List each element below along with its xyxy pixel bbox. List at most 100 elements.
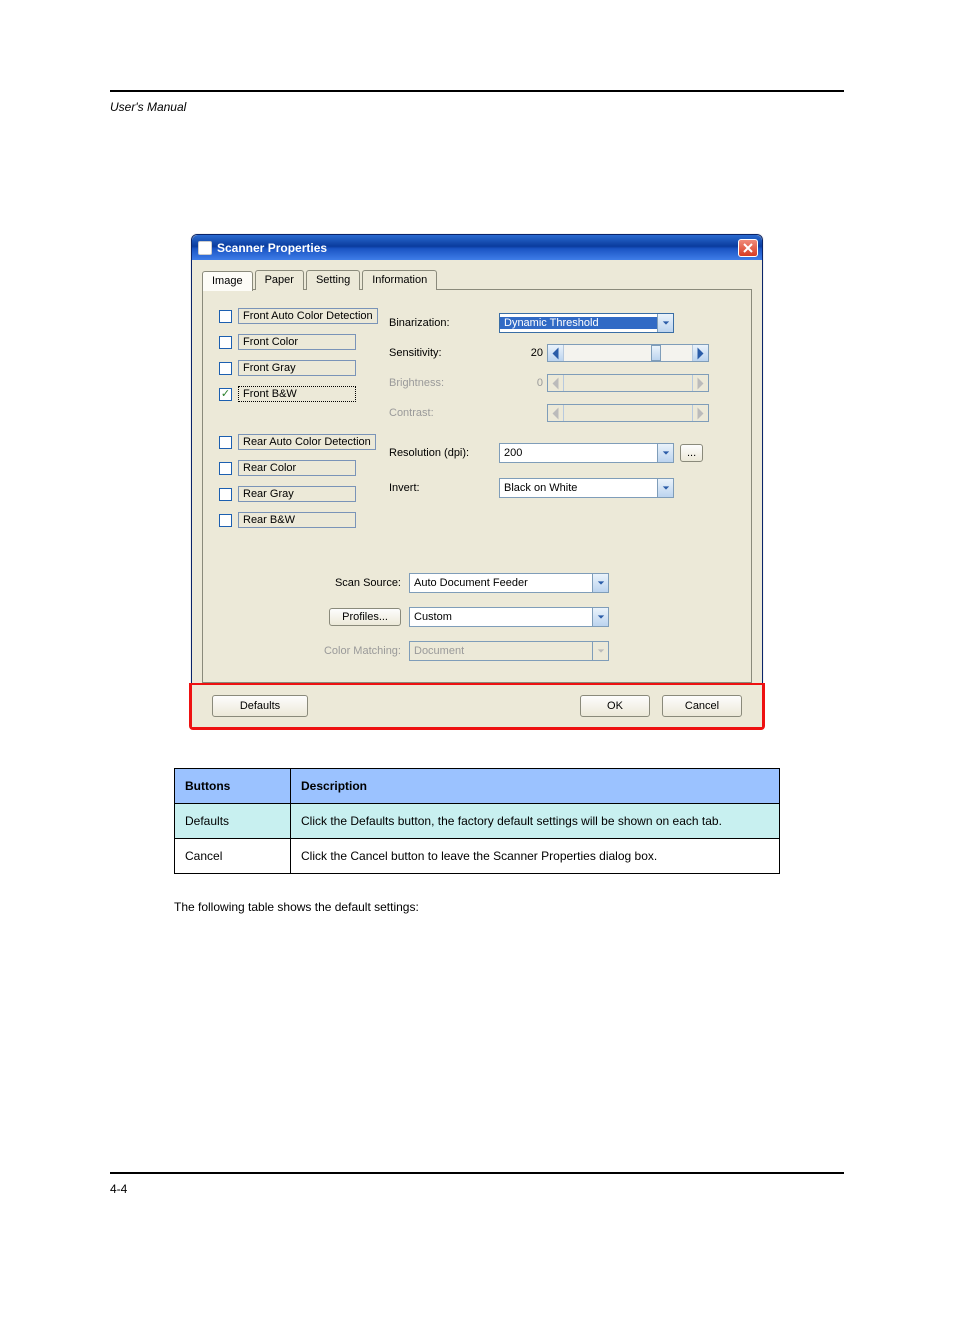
profiles-button[interactable]: Profiles... — [329, 608, 401, 626]
header-left: User's Manual — [110, 100, 186, 114]
checkbox[interactable] — [219, 436, 232, 449]
brightness-value: 0 — [499, 377, 547, 389]
tab-information[interactable]: Information — [362, 270, 437, 290]
side-rear-auto-color[interactable]: Rear Auto Color Detection — [219, 434, 389, 450]
button-bar-highlight: Defaults OK Cancel — [189, 683, 765, 730]
image-side-list: Front Auto Color Detection Front Color F… — [219, 308, 389, 538]
dropdown-value: Auto Document Feeder — [410, 577, 592, 589]
close-button[interactable] — [738, 239, 758, 257]
chevron-down-icon — [592, 608, 608, 626]
invert-dropdown[interactable]: Black on White — [499, 478, 674, 498]
defaults-button[interactable]: Defaults — [212, 695, 308, 717]
tabstrip: Image Paper Setting Information — [202, 270, 752, 290]
tab-paper[interactable]: Paper — [255, 270, 304, 290]
checkbox[interactable] — [219, 514, 232, 527]
tab-label: Image — [212, 275, 243, 287]
dropdown-value: Dynamic Threshold — [500, 317, 657, 329]
dropdown-value: Custom — [410, 611, 592, 623]
table-cell: Cancel — [175, 839, 291, 874]
bottom-options: Scan Source: Auto Document Feeder Profil… — [219, 566, 735, 668]
invert-label: Invert: — [389, 482, 499, 494]
header-line: User's Manual — [110, 100, 844, 114]
profiles-dropdown[interactable]: Custom — [409, 607, 609, 627]
increment-button — [692, 405, 708, 421]
checkbox[interactable] — [219, 488, 232, 501]
checkbox[interactable] — [219, 310, 232, 323]
button-bar: Defaults OK Cancel — [192, 685, 762, 727]
brightness-slider: 0 — [499, 373, 709, 393]
table-cell: Defaults — [175, 804, 291, 839]
binarization-label: Binarization: — [389, 317, 499, 329]
checkbox[interactable] — [219, 388, 232, 401]
slider-track — [564, 375, 692, 391]
resolution-more-button[interactable]: ... — [680, 444, 703, 462]
table-header: Buttons — [175, 769, 291, 804]
checkbox[interactable] — [219, 462, 232, 475]
decrement-button — [548, 405, 564, 421]
scan-source-label: Scan Source: — [219, 577, 409, 589]
cancel-button[interactable]: Cancel — [662, 695, 742, 717]
header-rule — [110, 90, 844, 92]
increment-button — [692, 375, 708, 391]
image-options: Binarization: Dynamic Threshold Sensitiv… — [389, 308, 735, 538]
scan-source-dropdown[interactable]: Auto Document Feeder — [409, 573, 609, 593]
side-label: Rear Color — [238, 460, 356, 476]
table-header: Description — [291, 769, 780, 804]
tab-label: Information — [372, 274, 427, 286]
titlebar[interactable]: Scanner Properties — [192, 235, 762, 260]
side-label: Front Color — [238, 334, 356, 350]
slider-thumb[interactable] — [651, 345, 661, 361]
side-rear-bw[interactable]: Rear B&W — [219, 512, 389, 528]
dialog-title: Scanner Properties — [217, 241, 327, 255]
side-front-auto-color[interactable]: Front Auto Color Detection — [219, 308, 389, 324]
tab-setting[interactable]: Setting — [306, 270, 360, 290]
side-label: Front B&W — [238, 386, 356, 402]
dropdown-value: Document — [410, 645, 592, 657]
side-label: Rear Auto Color Detection — [238, 434, 376, 450]
resolution-dropdown[interactable]: 200 — [499, 443, 674, 463]
footer-rule — [110, 1172, 844, 1174]
ok-button[interactable]: OK — [580, 695, 650, 717]
chevron-down-icon — [657, 314, 673, 332]
color-matching-dropdown: Document — [409, 641, 609, 661]
side-rear-color[interactable]: Rear Color — [219, 460, 389, 476]
slider-track[interactable] — [564, 345, 692, 361]
contrast-label: Contrast: — [389, 407, 499, 419]
brightness-label: Brightness: — [389, 377, 499, 389]
tab-image[interactable]: Image — [202, 271, 253, 291]
tab-label: Setting — [316, 274, 350, 286]
contrast-slider — [499, 403, 709, 423]
side-label: Rear B&W — [238, 512, 356, 528]
color-matching-label: Color Matching: — [219, 645, 409, 657]
side-label: Front Auto Color Detection — [238, 308, 378, 324]
binarization-dropdown[interactable]: Dynamic Threshold — [499, 313, 674, 333]
footer-page: 4-4 — [110, 1182, 844, 1196]
side-label: Rear Gray — [238, 486, 356, 502]
checkbox[interactable] — [219, 336, 232, 349]
close-icon — [743, 243, 753, 253]
tab-page-image: Front Auto Color Detection Front Color F… — [202, 289, 752, 683]
side-label: Front Gray — [238, 360, 356, 376]
dropdown-value: 200 — [500, 447, 657, 459]
sensitivity-label: Sensitivity: — [389, 347, 499, 359]
side-rear-gray[interactable]: Rear Gray — [219, 486, 389, 502]
side-front-bw[interactable]: Front B&W — [219, 386, 389, 402]
table-cell: Click the Defaults button, the factory d… — [291, 804, 780, 839]
caption-text: The following table shows the default se… — [174, 900, 780, 914]
table-cell: Click the Cancel button to leave the Sca… — [291, 839, 780, 874]
slider-track — [564, 405, 692, 421]
decrement-button — [548, 375, 564, 391]
side-front-gray[interactable]: Front Gray — [219, 360, 389, 376]
scanner-icon — [198, 241, 212, 255]
chevron-down-icon — [592, 642, 608, 660]
increment-button[interactable] — [692, 345, 708, 361]
side-front-color[interactable]: Front Color — [219, 334, 389, 350]
dropdown-value: Black on White — [500, 482, 657, 494]
chevron-down-icon — [657, 479, 673, 497]
checkbox[interactable] — [219, 362, 232, 375]
resolution-label: Resolution (dpi): — [389, 447, 499, 459]
tab-label: Paper — [265, 274, 294, 286]
chevron-down-icon — [592, 574, 608, 592]
decrement-button[interactable] — [548, 345, 564, 361]
sensitivity-slider[interactable]: 20 — [499, 343, 709, 363]
